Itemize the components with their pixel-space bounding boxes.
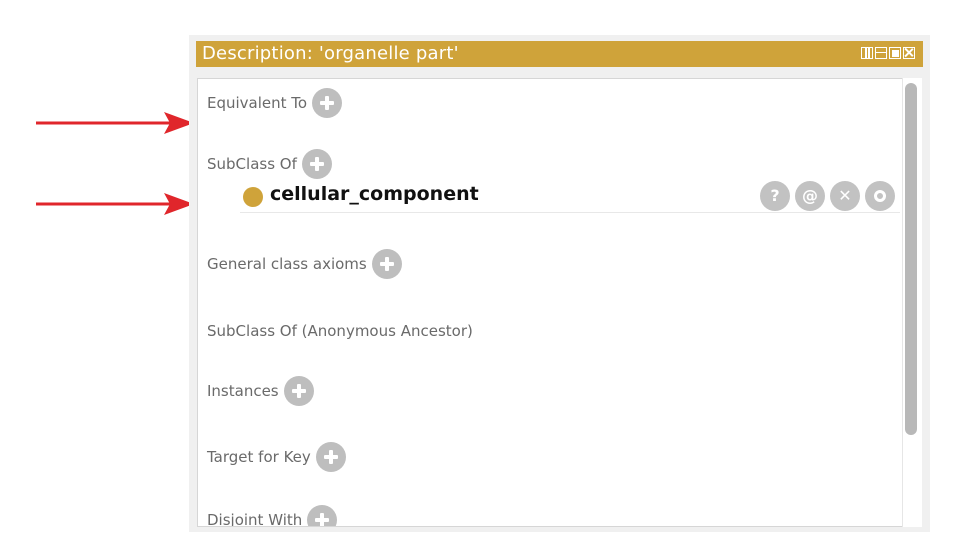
add-general-axiom-button[interactable] bbox=[371, 249, 402, 279]
edit-icon[interactable] bbox=[865, 181, 895, 211]
window-controls bbox=[861, 47, 915, 59]
rows-icon[interactable] bbox=[875, 47, 887, 59]
section-label: SubClass Of (Anonymous Ancestor) bbox=[207, 322, 473, 340]
panel-titlebar: Description: 'organelle part' bbox=[196, 41, 923, 67]
columns-icon[interactable] bbox=[861, 47, 873, 59]
description-panel: Description: 'organelle part' Equivalent… bbox=[189, 35, 930, 532]
subclass-entry-row[interactable]: cellular_component ? @ ✕ bbox=[240, 181, 900, 213]
entry-actions: ? @ ✕ bbox=[760, 181, 895, 211]
annotate-icon[interactable]: @ bbox=[795, 181, 825, 211]
description-content: Equivalent To SubClass Of cellular_compo… bbox=[197, 78, 907, 527]
section-label: SubClass Of bbox=[207, 155, 297, 173]
maximize-icon[interactable] bbox=[889, 47, 901, 59]
vertical-scrollbar[interactable] bbox=[902, 78, 922, 527]
add-subclass-button[interactable] bbox=[301, 149, 332, 179]
add-equivalent-button[interactable] bbox=[312, 88, 343, 118]
section-label: Equivalent To bbox=[207, 94, 308, 112]
annotation-arrow-subclass bbox=[36, 193, 194, 215]
section-general-class-axioms: General class axioms bbox=[207, 249, 402, 279]
section-anonymous-ancestor: SubClass Of (Anonymous Ancestor) bbox=[207, 322, 473, 340]
delete-icon[interactable]: ✕ bbox=[830, 181, 860, 211]
section-instances: Instances bbox=[207, 376, 314, 406]
section-equivalent-to: Equivalent To bbox=[207, 88, 343, 118]
section-label: General class axioms bbox=[207, 255, 367, 273]
scroll-thumb[interactable] bbox=[905, 83, 917, 435]
class-icon bbox=[243, 187, 263, 207]
entry-label: cellular_component bbox=[270, 183, 479, 205]
add-instance-button[interactable] bbox=[283, 376, 314, 406]
section-label: Target for Key bbox=[207, 448, 311, 466]
section-subclass-of: SubClass Of bbox=[207, 149, 332, 179]
add-key-button[interactable] bbox=[315, 442, 346, 472]
section-disjoint-with: Disjoint With bbox=[207, 505, 338, 527]
help-icon[interactable]: ? bbox=[760, 181, 790, 211]
annotation-arrow-equivalent bbox=[36, 112, 194, 134]
section-label: Disjoint With bbox=[207, 511, 303, 527]
section-label: Instances bbox=[207, 382, 279, 400]
add-disjoint-button[interactable] bbox=[307, 505, 338, 526]
panel-title: Description: 'organelle part' bbox=[202, 43, 459, 64]
section-target-for-key: Target for Key bbox=[207, 442, 346, 472]
close-icon[interactable] bbox=[903, 47, 915, 59]
